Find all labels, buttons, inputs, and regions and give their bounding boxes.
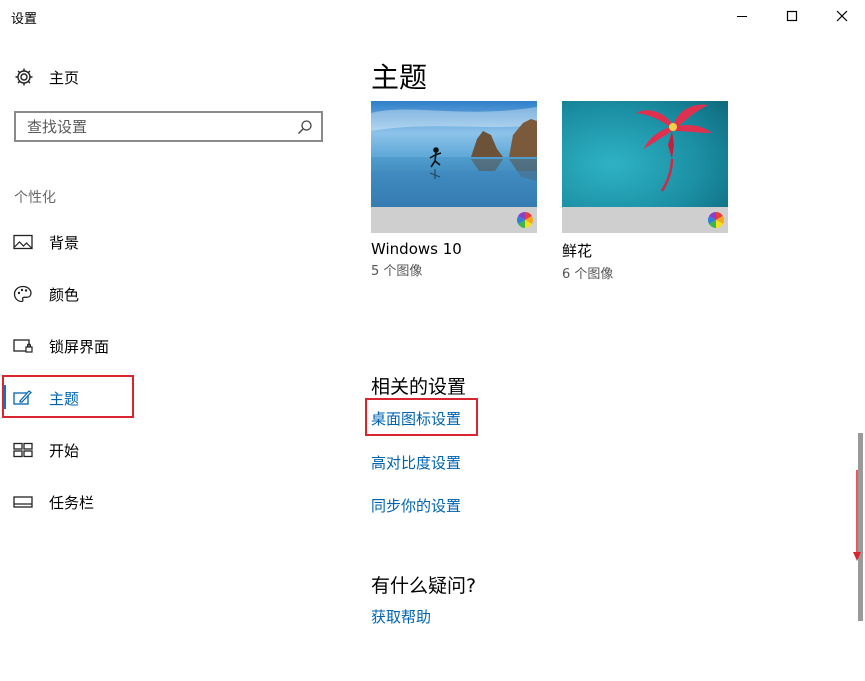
theme-color-strip <box>562 207 728 233</box>
sidebar-item-label: 任务栏 <box>49 493 95 512</box>
sidebar-item-label: 锁屏界面 <box>49 337 110 356</box>
search-box <box>14 111 323 142</box>
window-title: 设置 <box>11 12 38 27</box>
sidebar-item-lock-screen[interactable]: 锁屏界面 <box>0 324 330 368</box>
color-wheel-icon <box>708 212 724 228</box>
taskbar-icon <box>13 493 33 511</box>
sidebar-item-label: 背景 <box>49 233 80 252</box>
theme-brush-icon <box>13 389 33 407</box>
close-button[interactable] <box>819 0 865 32</box>
page-title: 主题 <box>371 61 428 94</box>
theme-image-count: 6 个图像 <box>562 267 614 282</box>
start-tiles-icon <box>13 441 33 459</box>
sidebar-item-start[interactable]: 开始 <box>0 428 330 472</box>
sidebar-item-label: 开始 <box>49 441 80 460</box>
home-label: 主页 <box>49 68 80 87</box>
search-icon[interactable] <box>297 119 313 135</box>
scroll-down-arrow-icon <box>853 470 861 561</box>
sidebar-item-label: 颜色 <box>49 285 80 304</box>
theme-thumbnail <box>562 101 728 207</box>
desktop-icon-settings-link[interactable]: 桌面图标设置 <box>371 408 461 429</box>
sidebar-item-colors[interactable]: 颜色 <box>0 272 330 316</box>
sidebar-item-label: 主题 <box>49 389 80 408</box>
lock-screen-icon <box>13 337 33 355</box>
search-input[interactable] <box>16 113 297 140</box>
sidebar-item-taskbar[interactable]: 任务栏 <box>0 480 330 524</box>
theme-card-flowers[interactable]: 鲜花 6 个图像 <box>562 101 728 282</box>
maximize-icon <box>786 10 798 22</box>
minimize-icon <box>737 16 747 17</box>
related-settings-heading: 相关的设置 <box>371 376 467 398</box>
minimize-button[interactable] <box>719 0 765 32</box>
theme-name: Windows 10 <box>371 240 462 258</box>
home-nav[interactable]: 主页 <box>14 66 79 88</box>
theme-thumbnail <box>371 101 537 207</box>
get-help-link[interactable]: 获取帮助 <box>371 606 431 627</box>
sidebar-item-background[interactable]: 背景 <box>0 220 330 264</box>
close-icon <box>836 10 848 22</box>
sync-settings-link[interactable]: 同步你的设置 <box>371 495 461 516</box>
gear-icon <box>15 68 33 86</box>
palette-icon <box>13 285 33 303</box>
theme-color-strip <box>371 207 537 233</box>
color-wheel-icon <box>517 212 533 228</box>
high-contrast-settings-link[interactable]: 高对比度设置 <box>371 452 461 473</box>
section-label-personalization: 个性化 <box>14 190 56 206</box>
theme-card-windows10[interactable]: Windows 10 5 个图像 <box>371 101 537 279</box>
theme-name: 鲜花 <box>562 242 593 260</box>
maximize-button[interactable] <box>769 0 815 32</box>
theme-image-count: 5 个图像 <box>371 264 423 279</box>
picture-icon <box>13 233 33 251</box>
sidebar-item-themes[interactable]: 主题 <box>0 376 330 420</box>
help-heading: 有什么疑问? <box>371 575 477 597</box>
